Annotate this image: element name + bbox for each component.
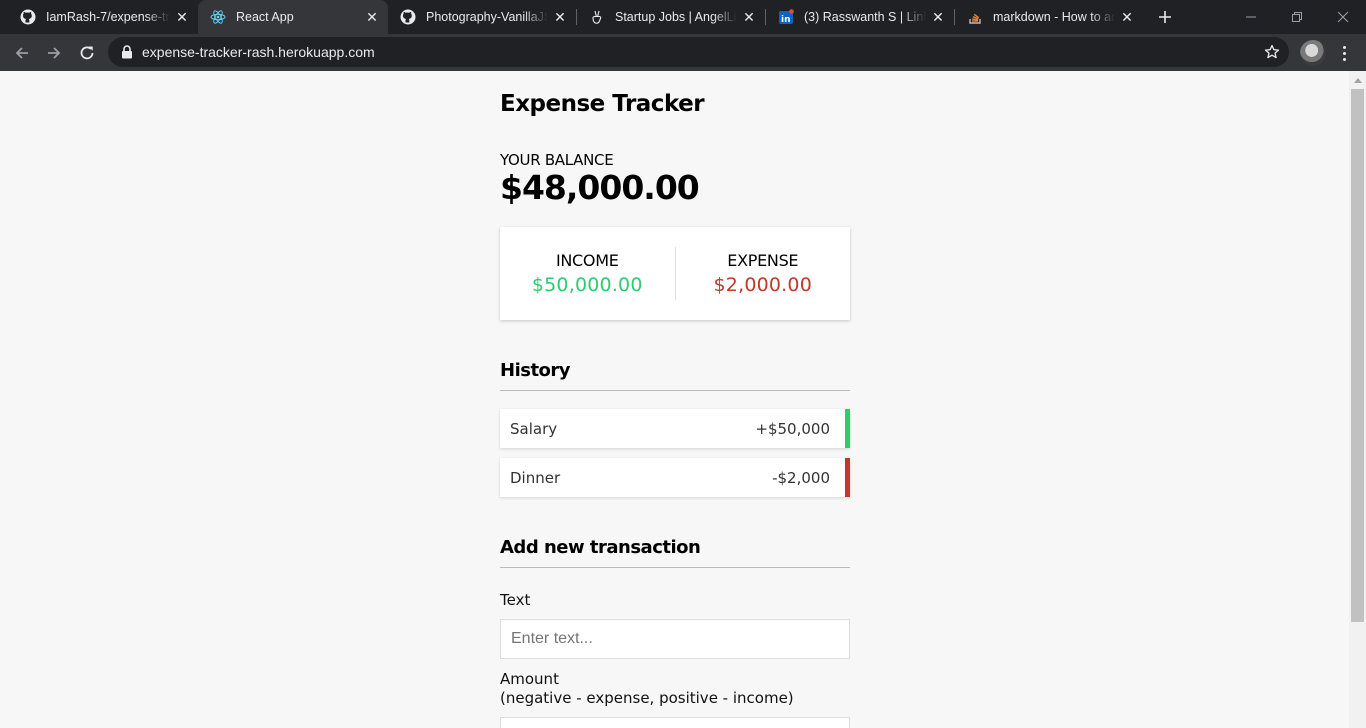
text-field-label: Text (500, 591, 531, 609)
income-column: INCOME $50,000.00 (500, 251, 675, 296)
arrow-right-icon (48, 47, 61, 59)
transaction-list: Salary +$50,000 Dinner -$2,000 (500, 409, 850, 507)
svg-text:in: in (781, 15, 791, 25)
reload-button[interactable] (73, 39, 101, 67)
amount-field-label-group: Amount (negative - expense, positive - i… (500, 670, 850, 708)
expense-amount: $2,000.00 (713, 274, 812, 296)
github-icon (20, 9, 36, 25)
restore-icon[interactable] (1274, 0, 1320, 34)
forward-button[interactable] (40, 39, 68, 67)
close-window-icon[interactable] (1320, 0, 1366, 34)
close-icon[interactable]: ✕ (1119, 9, 1135, 25)
profile-avatar[interactable] (1300, 40, 1326, 66)
bookmark-star-icon[interactable] (1263, 43, 1281, 61)
lock-icon (120, 45, 134, 59)
new-tab-button[interactable] (1153, 5, 1177, 29)
balance-value: $48,000.00 (500, 168, 700, 207)
browser-toolbar: expense-tracker-rash.herokuapp.com (0, 34, 1366, 71)
arrow-left-icon (15, 47, 28, 59)
close-icon[interactable]: ✕ (930, 9, 946, 25)
close-icon[interactable]: ✕ (741, 9, 757, 25)
close-icon[interactable]: ✕ (364, 9, 380, 25)
transaction-text: Salary (510, 419, 558, 438)
close-icon[interactable]: ✕ (174, 9, 190, 25)
tab-react-app[interactable]: React App ✕ (198, 0, 388, 34)
angellist-icon (589, 9, 605, 25)
amount-input[interactable] (500, 717, 850, 728)
income-amount: $50,000.00 (531, 274, 643, 296)
linkedin-icon: in (778, 9, 794, 25)
list-item[interactable]: Dinner -$2,000 (500, 458, 850, 497)
tab-linkedin[interactable]: in (3) Rasswanth S | Linked ✕ (766, 0, 954, 34)
menu-kebab-icon[interactable] (1334, 42, 1354, 64)
income-label: INCOME (555, 251, 619, 270)
minimize-icon[interactable] (1228, 0, 1274, 34)
transaction-text: Dinner (510, 468, 561, 487)
expense-label: EXPENSE (727, 251, 799, 270)
tab-title: markdown - How to add (993, 10, 1115, 24)
tab-stackoverflow[interactable]: markdown - How to add ✕ (955, 0, 1143, 34)
reload-icon (80, 46, 94, 60)
tab-github-photography[interactable]: Photography-VanillaJS/ ✕ (388, 0, 576, 34)
url-text: expense-tracker-rash.herokuapp.com (142, 44, 375, 60)
transaction-amount: +$50,000 (755, 419, 830, 438)
page-title: Expense Tracker (500, 91, 705, 117)
list-item[interactable]: Salary +$50,000 (500, 409, 850, 448)
tab-github-expense-tracker[interactable]: IamRash-7/expense-tra ✕ (8, 0, 198, 34)
transaction-amount: -$2,000 (772, 468, 830, 487)
stackoverflow-icon (967, 9, 983, 25)
back-button[interactable] (8, 39, 36, 67)
text-input[interactable] (500, 619, 850, 659)
amount-field-label: Amount (500, 670, 559, 688)
balance-label: YOUR BALANCE (500, 151, 614, 169)
tab-title: React App (236, 10, 294, 24)
close-icon[interactable]: ✕ (552, 9, 568, 25)
add-transaction-form: Text Amount (negative - expense, positiv… (500, 591, 850, 728)
github-icon (400, 9, 416, 25)
scroll-up-arrow-icon[interactable] (1349, 71, 1366, 88)
income-expense-card: INCOME $50,000.00 EXPENSE $2,000.00 (500, 227, 850, 320)
react-icon (210, 9, 226, 25)
add-transaction-heading: Add new transaction (500, 537, 850, 568)
tab-title: Photography-VanillaJS/ (426, 10, 548, 24)
history-heading: History (500, 360, 850, 391)
tab-title: IamRash-7/expense-tra (46, 10, 170, 24)
expense-column: EXPENSE $2,000.00 (676, 251, 851, 296)
address-bar[interactable]: expense-tracker-rash.herokuapp.com (108, 37, 1289, 67)
tab-angellist[interactable]: Startup Jobs | AngelList ✕ (577, 0, 765, 34)
scrollbar-thumb[interactable] (1351, 89, 1364, 622)
amount-hint: (negative - expense, positive - income) (500, 689, 794, 707)
tab-title: (3) Rasswanth S | Linked (804, 10, 926, 24)
tab-strip: IamRash-7/expense-tra ✕ React App ✕ Phot… (0, 0, 1366, 34)
tab-title: Startup Jobs | AngelList (615, 10, 737, 24)
